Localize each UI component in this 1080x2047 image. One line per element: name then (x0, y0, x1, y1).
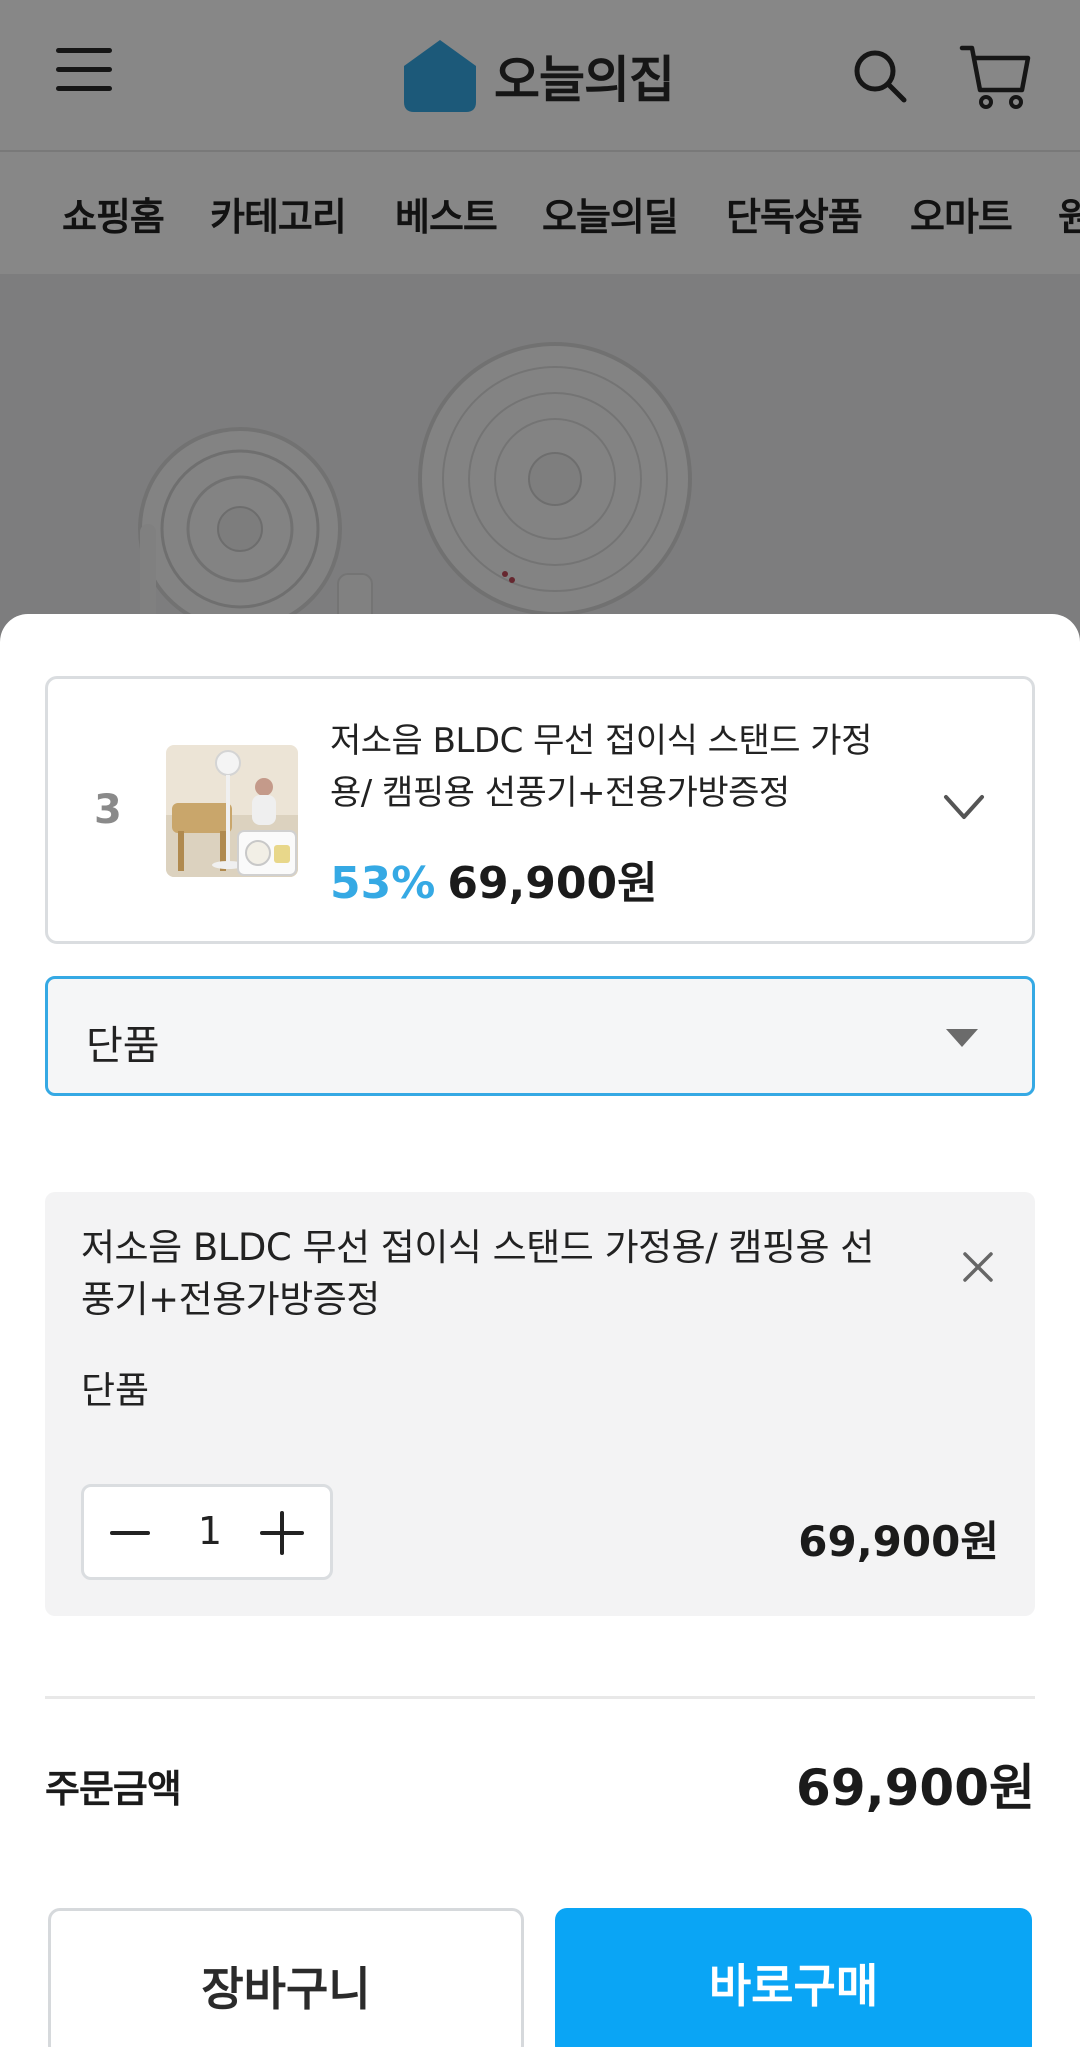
purchase-bottom-sheet: 3 저소음 BLDC 무선 접이식 스탠드 가정용/ 캠핑용 선풍기+전용가방증… (0, 614, 1080, 2047)
selected-item-price: 69,900원 (798, 1517, 999, 1566)
product-price: 69,900원 (447, 858, 658, 909)
selected-option-item: 저소음 BLDC 무선 접이식 스탠드 가정용/ 캠핑용 선풍기+전용가방증정 … (45, 1192, 1035, 1616)
divider (45, 1696, 1035, 1699)
quantity-value[interactable]: 1 (180, 1509, 240, 1553)
product-rank: 3 (94, 787, 122, 833)
selected-item-name: 저소음 BLDC 무선 접이식 스탠드 가정용/ 캠핑용 선풍기+전용가방증정 (81, 1226, 874, 1321)
buy-now-button[interactable]: 바로구매 (555, 1908, 1032, 2047)
close-icon[interactable] (961, 1250, 995, 1284)
chevron-down-icon[interactable] (940, 787, 988, 827)
product-thumbnail (166, 745, 298, 877)
caret-down-icon (946, 1029, 978, 1047)
product-summary-card[interactable]: 3 저소음 BLDC 무선 접이식 스탠드 가정용/ 캠핑용 선풍기+전용가방증… (45, 676, 1035, 944)
add-to-cart-button[interactable]: 장바구니 (48, 1908, 524, 2047)
quantity-stepper: 1 (81, 1484, 333, 1580)
option-select-value: 단품 (86, 1023, 160, 1069)
discount-rate: 53% (330, 858, 436, 909)
product-name: 저소음 BLDC 무선 접이식 스탠드 가정용/ 캠핑용 선풍기+전용가방증정 (330, 721, 872, 813)
order-total-value: 69,900원 (796, 1759, 1035, 1817)
selected-item-option: 단품 (81, 1369, 150, 1412)
plus-icon[interactable] (256, 1507, 308, 1559)
option-select-dropdown[interactable]: 단품 (45, 976, 1035, 1096)
minus-icon[interactable] (104, 1507, 156, 1559)
product-price-row: 53% 69,900원 (330, 847, 658, 911)
order-total-label: 주문금액 (45, 1767, 182, 1811)
